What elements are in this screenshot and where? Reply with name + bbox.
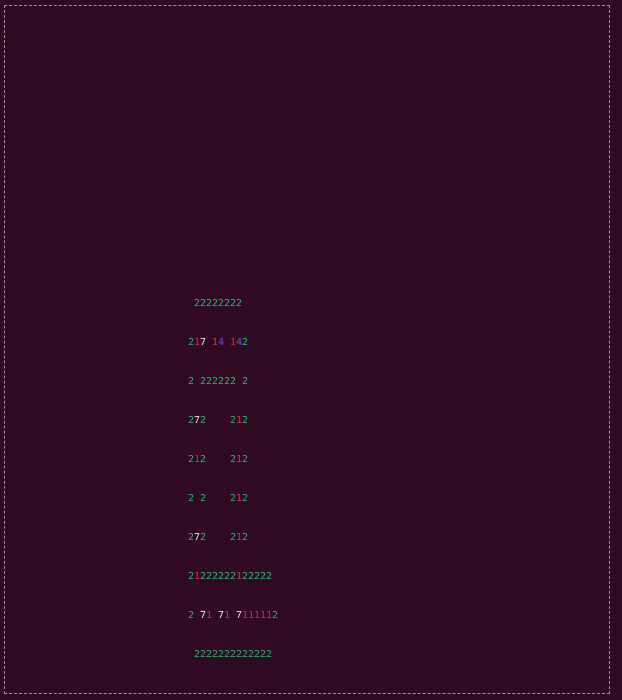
grid-cell: 2 <box>266 649 273 660</box>
grid-line: 2 222222 2 <box>188 375 278 388</box>
grid-line: 212 212 <box>188 453 278 466</box>
terminal-frame <box>4 5 610 694</box>
ascii-grid: 22222222 217 14 142 2 222222 2 272 212 2… <box>188 271 278 674</box>
grid-cell: 2 <box>266 571 273 582</box>
grid-line: 22222222 <box>188 297 278 310</box>
grid-line: 21222222122222 <box>188 570 278 583</box>
grid-cell: 2 <box>236 298 243 309</box>
grid-cell: 2 <box>242 415 249 426</box>
grid-line: 272 212 <box>188 414 278 427</box>
grid-cell: 2 <box>242 454 249 465</box>
grid-line: 2222222222222 <box>188 648 278 661</box>
grid-line: 2 2 212 <box>188 492 278 505</box>
grid-cell: 2 <box>242 493 249 504</box>
grid-line: 217 14 142 <box>188 336 278 349</box>
grid-cell: 2 <box>242 337 249 348</box>
grid-line: 2 71 71 7111112 <box>188 609 278 622</box>
grid-line: 272 212 <box>188 531 278 544</box>
grid-cell: 2 <box>272 610 279 621</box>
grid-cell: 2 <box>242 532 249 543</box>
grid-cell: 2 <box>242 376 249 387</box>
